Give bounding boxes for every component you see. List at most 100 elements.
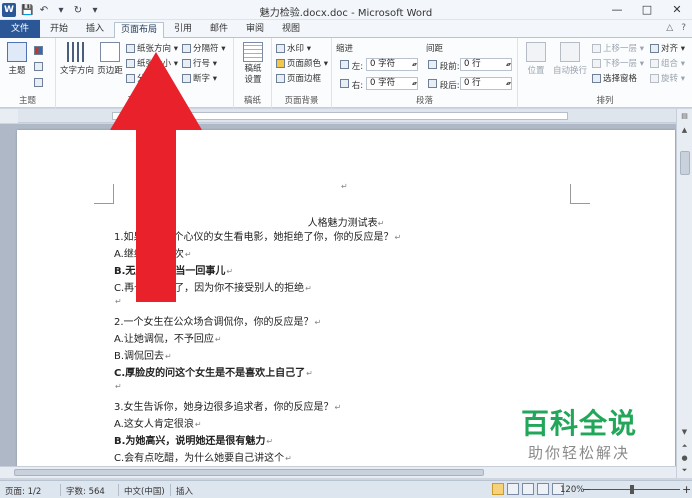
- spacing-after-spinner[interactable]: 0 行: [460, 77, 512, 90]
- collapse-ribbon-icon[interactable]: △: [666, 23, 673, 33]
- indent-right-spinner[interactable]: 0 字符: [366, 77, 418, 90]
- scroll-down-icon[interactable]: ▼: [679, 427, 690, 438]
- outline-view-icon[interactable]: [537, 483, 549, 495]
- next-page-icon[interactable]: ⏷: [679, 465, 690, 476]
- theme-effects-button[interactable]: [34, 76, 43, 88]
- spacing-before-spinner[interactable]: 0 行: [460, 58, 512, 71]
- tab-view[interactable]: 视图: [274, 22, 308, 38]
- draft-settings-label-1: 稿纸: [244, 64, 262, 74]
- zoom-slider[interactable]: [590, 489, 680, 490]
- theme-fonts-button[interactable]: [34, 60, 43, 72]
- theme-colors-button[interactable]: [34, 44, 43, 56]
- window-title: 魅力检验.docx.doc - Microsoft Word: [259, 8, 433, 19]
- vertical-scrollbar[interactable]: ▤ ▲ ▼ ⏶ ● ⏷: [676, 109, 692, 478]
- vertical-scroll-thumb[interactable]: [680, 151, 690, 175]
- rotate-button[interactable]: 旋转 ▾: [650, 72, 685, 84]
- document-line[interactable]: A.这女人肯定很浪↵: [114, 415, 202, 430]
- spacing-title: 间距: [426, 44, 444, 54]
- group-objects-button[interactable]: 组合 ▾: [650, 57, 685, 69]
- document-line-text: B.调侃回去: [114, 351, 165, 362]
- wrap-text-button[interactable]: 自动换行: [552, 42, 588, 76]
- document-line[interactable]: ↵: [114, 381, 122, 392]
- horizontal-ruler[interactable]: [0, 109, 692, 123]
- page-color-label: 页面颜色 ▾: [287, 59, 328, 69]
- page-color-button[interactable]: 页面颜色 ▾: [276, 57, 328, 69]
- scroll-up-icon[interactable]: ▲: [679, 125, 690, 136]
- document-line[interactable]: C.会有点吃醋，为什么她要自己讲这个↵: [114, 449, 292, 464]
- tab-home[interactable]: 开始: [42, 22, 76, 38]
- document-line[interactable]: A.让她调侃，不予回应↵: [114, 330, 222, 345]
- align-button[interactable]: 对齐 ▾: [650, 42, 685, 54]
- indent-left-text: 左:: [351, 62, 364, 72]
- paragraph-mark: ↵: [306, 369, 313, 378]
- status-separator: [118, 484, 119, 496]
- paragraph-mark: ↵: [394, 233, 402, 242]
- insert-mode[interactable]: 插入: [176, 485, 193, 497]
- spacing-after-icon: [428, 79, 437, 88]
- indent-right-text: 右:: [351, 81, 364, 91]
- word-count[interactable]: 字数: 564: [66, 485, 105, 497]
- zoom-in-button[interactable]: +: [682, 483, 691, 496]
- ribbon-tabs: 文件 开始 插入 页面布局 引用 邮件 审阅 视图 △ ?: [0, 20, 692, 39]
- position-icon: [526, 42, 546, 62]
- indent-left-spinner[interactable]: 0 字符: [366, 58, 418, 71]
- position-label: 位置: [527, 66, 545, 76]
- close-button[interactable]: ✕: [662, 0, 692, 20]
- rotate-icon: [650, 73, 659, 83]
- document-line[interactable]: B.为她高兴，说明她还是很有魅力↵: [114, 432, 273, 447]
- draft-settings-label-2: 设置: [244, 75, 262, 85]
- full-screen-view-icon[interactable]: [507, 483, 519, 495]
- tab-review[interactable]: 审阅: [238, 22, 272, 38]
- document-line[interactable]: 3.女生告诉你，她身边很多追求者，你的反应是？↵: [114, 398, 341, 413]
- zoom-slider-handle[interactable]: [630, 485, 634, 494]
- document-line[interactable]: B.调侃回去↵: [114, 347, 172, 362]
- paragraph-mark: ↵: [285, 454, 292, 463]
- zoom-level[interactable]: 120%: [560, 485, 584, 495]
- title-paragraph-mark: ↵: [377, 219, 385, 228]
- page-count[interactable]: 页面: 1/2: [5, 485, 41, 497]
- theme-effects-icon: [34, 77, 43, 87]
- indent-title: 缩进: [336, 44, 354, 54]
- send-backward-button[interactable]: 下移一层 ▾: [592, 57, 644, 69]
- group-label-paragraph: 段落: [415, 96, 433, 106]
- tab-file[interactable]: 文件: [0, 20, 40, 38]
- ruler-view-icon[interactable]: ▤: [679, 111, 690, 122]
- spacing-before-icon: [428, 60, 437, 69]
- document-line[interactable]: 2.一个女生在公众场合调侃你，你的反应是？↵: [114, 313, 321, 328]
- tab-page-layout[interactable]: 页面布局: [114, 22, 164, 39]
- group-draft-paper: 稿纸 设置 稿纸: [234, 38, 272, 108]
- document-line-text: A.这女人肯定很浪: [114, 419, 194, 430]
- print-layout-view-icon[interactable]: [492, 483, 504, 495]
- page-border-button[interactable]: 页面边框: [276, 72, 321, 84]
- wrap-text-icon: [560, 42, 580, 62]
- web-layout-view-icon[interactable]: [522, 483, 534, 495]
- position-button[interactable]: 位置: [522, 42, 550, 76]
- themes-button[interactable]: 主题: [4, 42, 30, 76]
- bring-forward-button[interactable]: 上移一层 ▾: [592, 42, 644, 54]
- status-bar: 页面: 1/2 字数: 564 中文(中国) 插入 120% − +: [0, 480, 692, 498]
- send-backward-label: 下移一层 ▾: [603, 59, 644, 69]
- selection-pane-button[interactable]: 选择窗格: [592, 72, 637, 84]
- help-icon[interactable]: ?: [681, 23, 686, 33]
- previous-page-icon[interactable]: ⏶: [679, 441, 690, 452]
- tab-references[interactable]: 引用: [166, 22, 200, 38]
- horizontal-scrollbar[interactable]: [0, 466, 676, 478]
- minimize-button[interactable]: —: [602, 0, 632, 20]
- watermark-label: 水印 ▾: [287, 44, 311, 54]
- ruler-toggle[interactable]: [0, 109, 18, 123]
- tab-mailings[interactable]: 邮件: [202, 22, 236, 38]
- group-label-background: 页面背景: [284, 96, 319, 106]
- status-separator: [170, 484, 171, 496]
- draft-settings-button[interactable]: 稿纸 设置: [238, 42, 268, 86]
- document-line[interactable]: C.厚脸皮的问这个女生是不是喜欢上自己了↵: [114, 364, 313, 379]
- horizontal-scroll-thumb[interactable]: [14, 469, 484, 476]
- tab-insert[interactable]: 插入: [78, 22, 112, 38]
- restore-button[interactable]: □: [632, 0, 662, 20]
- window-controls: — □ ✕: [602, 0, 692, 20]
- watermark-button[interactable]: 水印 ▾: [276, 42, 311, 54]
- language[interactable]: 中文(中国): [124, 485, 165, 497]
- paragraph-mark: ↵: [214, 335, 222, 344]
- browse-object-icon[interactable]: ●: [679, 453, 690, 464]
- align-icon: [650, 43, 659, 53]
- text-direction-button[interactable]: 文字方向: [60, 42, 94, 76]
